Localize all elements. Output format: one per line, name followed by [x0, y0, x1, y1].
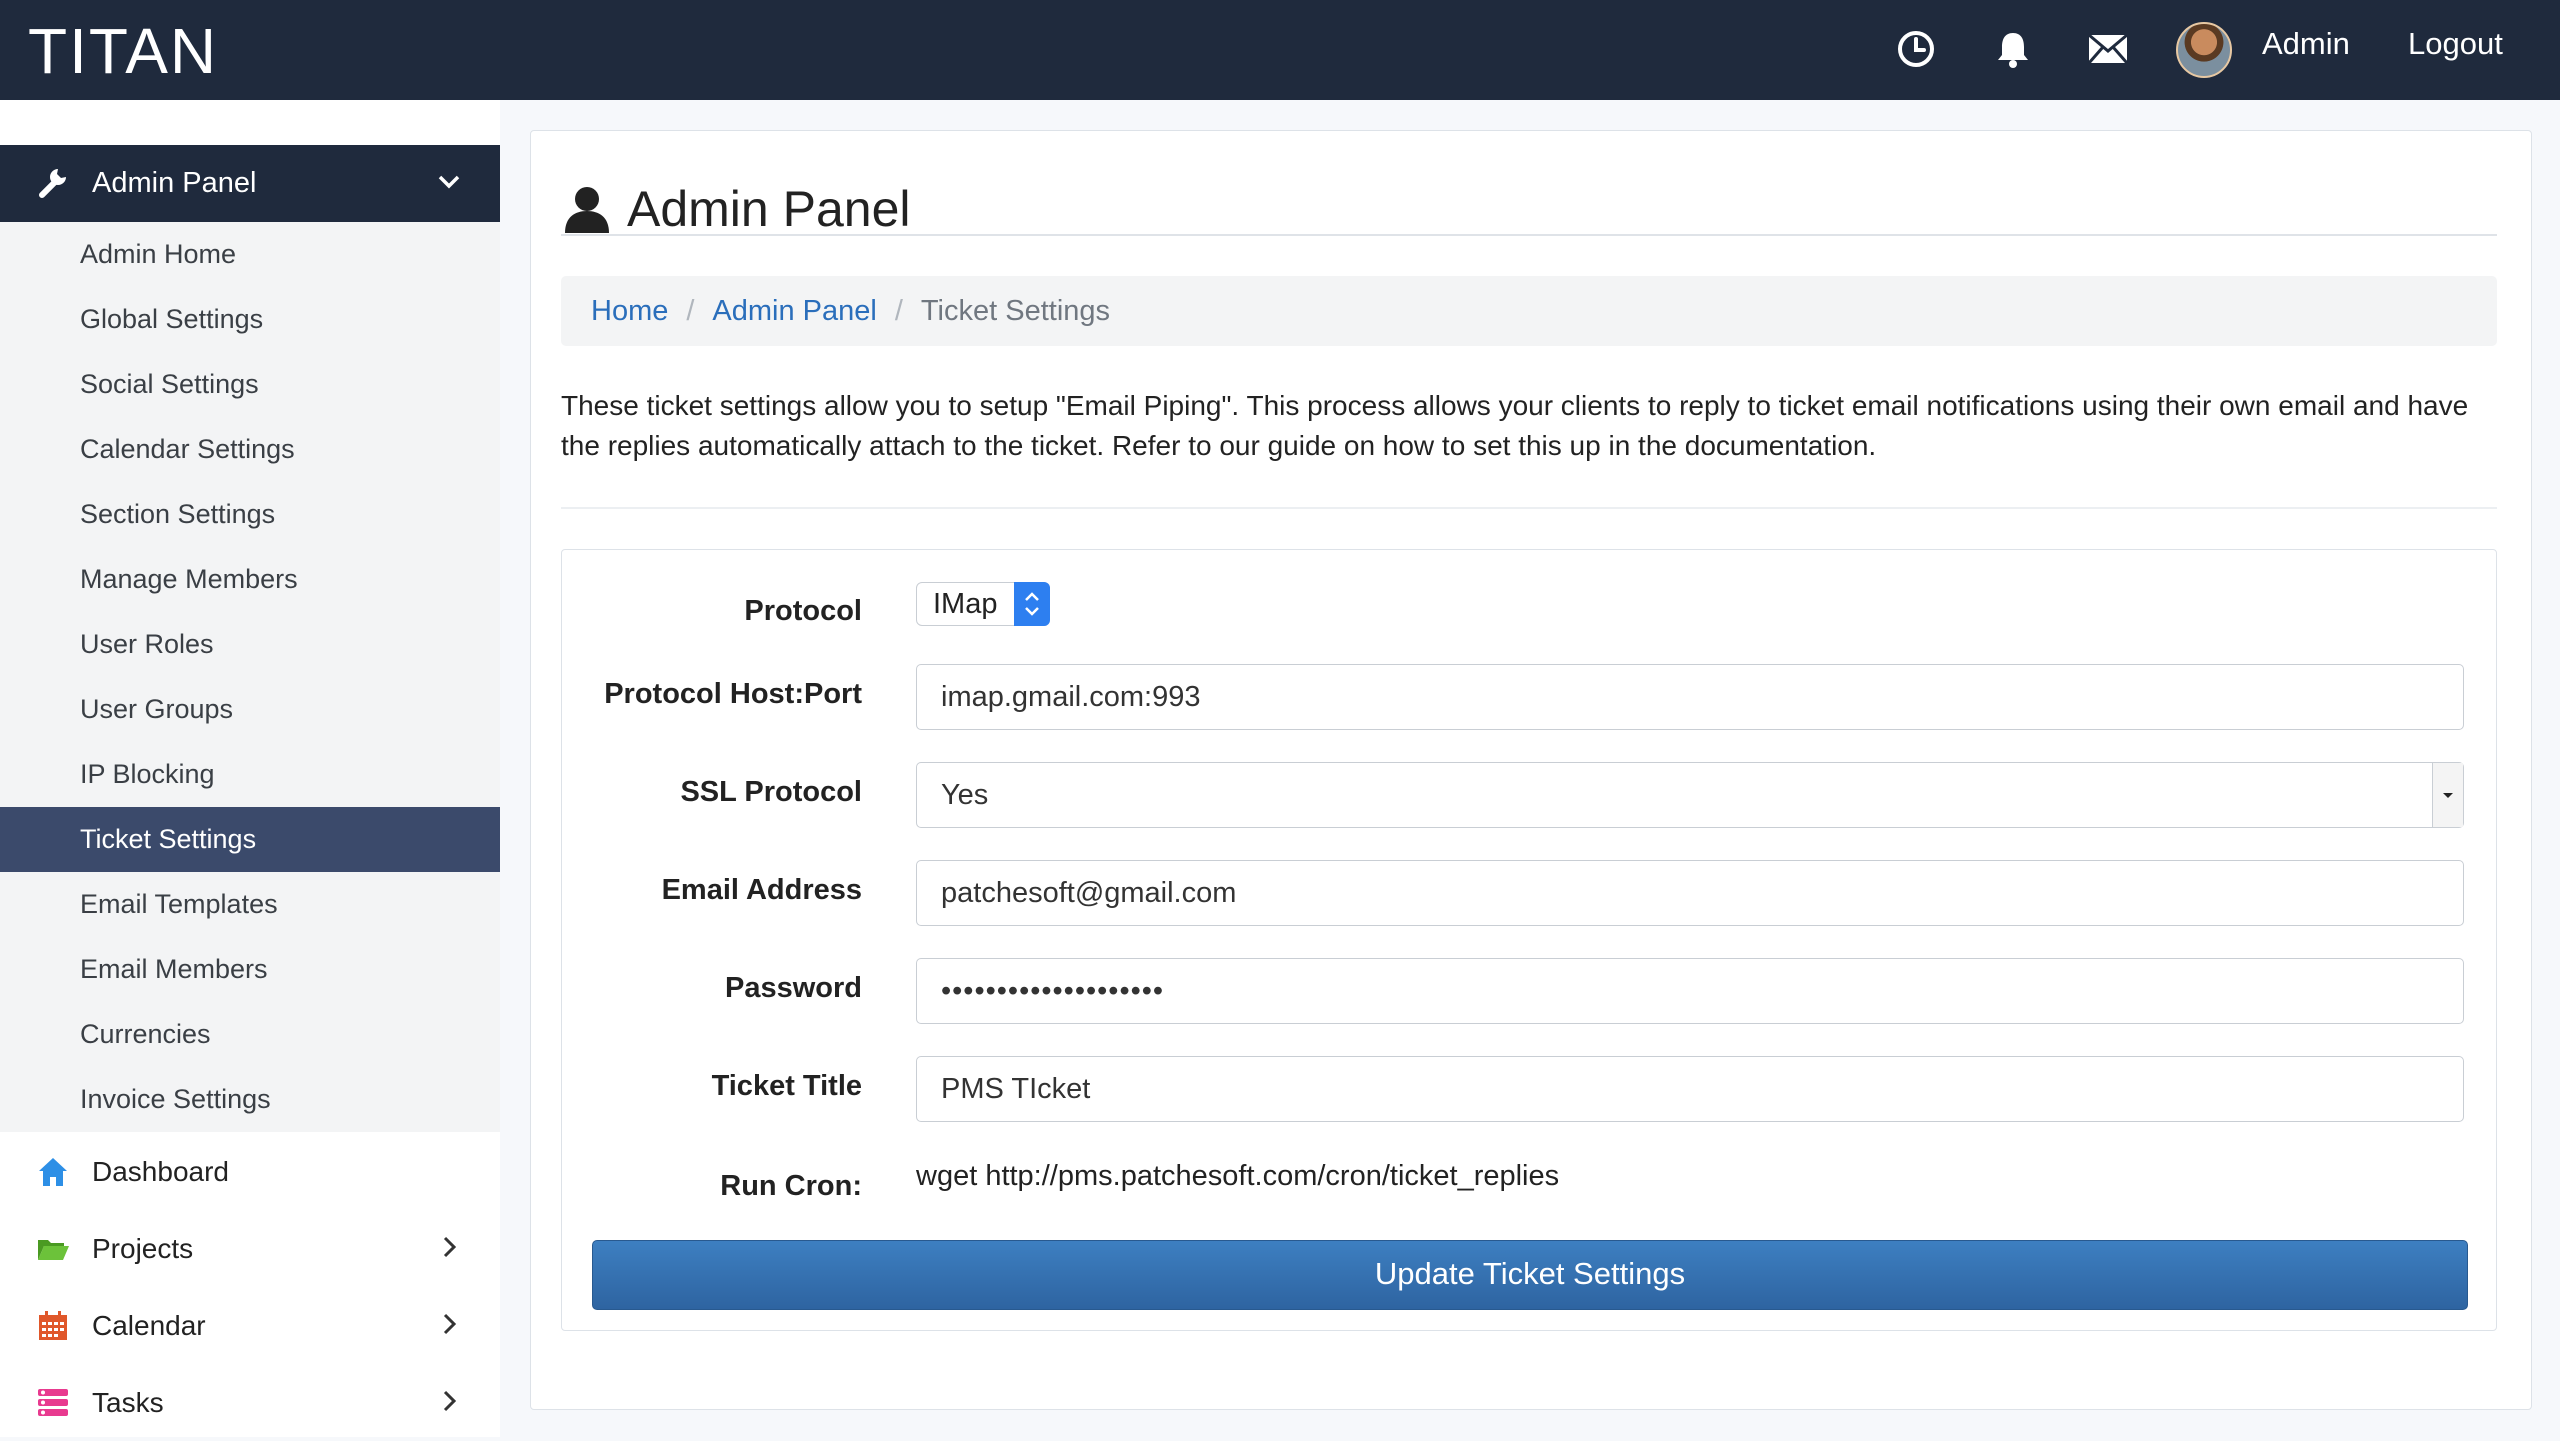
- password-input[interactable]: ••••••••••••••••••••: [916, 958, 2464, 1024]
- chevron-right-icon: [436, 1311, 462, 1344]
- nav-label: Projects: [92, 1232, 194, 1264]
- sidebar-item-user-groups[interactable]: User Groups: [0, 677, 500, 742]
- chevron-right-icon: [436, 1388, 462, 1421]
- sidebar-item-section-settings[interactable]: Section Settings: [0, 482, 500, 547]
- protocol-label: Protocol: [744, 595, 862, 627]
- breadcrumb-admin-panel[interactable]: Admin Panel: [712, 295, 876, 328]
- ticket-settings-form: Protocol IMap Protocol Host:Port imap.gm…: [561, 549, 2497, 1331]
- nav-label: Dashboard: [92, 1155, 229, 1187]
- sidebar-section-admin-panel[interactable]: Admin Panel: [0, 145, 500, 222]
- host-port-label: Protocol Host:Port: [604, 678, 862, 710]
- password-label: Password: [725, 972, 862, 1004]
- sidebar-item-admin-home[interactable]: Admin Home: [0, 222, 500, 287]
- wrench-icon: [36, 165, 70, 204]
- sidebar-item-manage-members[interactable]: Manage Members: [0, 547, 500, 612]
- brand-logo[interactable]: TITAN: [28, 14, 218, 88]
- divider: [561, 234, 2497, 236]
- ticket-title-label: Ticket Title: [711, 1070, 862, 1102]
- logout-link[interactable]: Logout: [2408, 26, 2503, 62]
- content-panel: Admin Panel Home / Admin Panel / Ticket …: [530, 130, 2532, 1410]
- breadcrumb: Home / Admin Panel / Ticket Settings: [561, 276, 2497, 346]
- protocol-select-value: IMap: [933, 588, 998, 620]
- page-description: These ticket settings allow you to setup…: [561, 390, 2469, 461]
- nav-item-tasks[interactable]: Tasks: [0, 1364, 500, 1441]
- divider: [561, 507, 2497, 509]
- ticket-title-input[interactable]: PMS TIcket: [916, 1056, 2464, 1122]
- nav-label: Calendar: [92, 1309, 206, 1341]
- sidebar-item-email-templates[interactable]: Email Templates: [0, 872, 500, 937]
- email-address-input[interactable]: patchesoft@gmail.com: [916, 860, 2464, 926]
- tasks-icon: [36, 1386, 70, 1420]
- clock-icon[interactable]: [1891, 24, 1941, 74]
- envelope-icon[interactable]: [2083, 24, 2133, 74]
- run-cron-command: wget http://pms.patchesoft.com/cron/tick…: [916, 1160, 1560, 1192]
- folder-icon: [36, 1232, 70, 1266]
- caret-down-icon: [2432, 763, 2463, 827]
- user-avatar[interactable]: [2176, 22, 2232, 78]
- breadcrumb-current: Ticket Settings: [920, 294, 1111, 327]
- sidebar-item-calendar-settings[interactable]: Calendar Settings: [0, 417, 500, 482]
- admin-submenu: Admin Home Global Settings Social Settin…: [0, 222, 500, 1132]
- page-title: Admin Panel: [627, 181, 911, 237]
- sidebar-item-user-roles[interactable]: User Roles: [0, 612, 500, 677]
- sidebar: Admin Panel Admin Home Global Settings S…: [0, 100, 500, 1437]
- bell-icon[interactable]: [1988, 24, 2038, 74]
- user-icon: [561, 183, 613, 235]
- sidebar-section-label: Admin Panel: [92, 167, 257, 199]
- email-address-label: Email Address: [661, 874, 862, 906]
- user-menu-link[interactable]: Admin: [2262, 26, 2350, 62]
- nav-item-projects[interactable]: Projects: [0, 1210, 500, 1287]
- host-port-input[interactable]: imap.gmail.com:993: [916, 664, 2464, 730]
- sidebar-item-invoice-settings[interactable]: Invoice Settings: [0, 1067, 500, 1132]
- sidebar-item-global-settings[interactable]: Global Settings: [0, 287, 500, 352]
- select-arrows-icon: [1014, 582, 1050, 626]
- ssl-protocol-label: SSL Protocol: [680, 776, 862, 808]
- breadcrumb-separator: /: [894, 294, 903, 327]
- nav-item-calendar[interactable]: Calendar: [0, 1287, 500, 1364]
- protocol-select[interactable]: IMap: [916, 582, 1050, 626]
- update-ticket-settings-button[interactable]: Update Ticket Settings: [592, 1240, 2468, 1310]
- run-cron-label: Run Cron:: [720, 1170, 862, 1202]
- nav-item-dashboard[interactable]: Dashboard: [0, 1133, 500, 1210]
- sidebar-item-ticket-settings[interactable]: Ticket Settings: [0, 807, 500, 872]
- ssl-protocol-select[interactable]: Yes: [916, 762, 2464, 828]
- home-icon: [36, 1155, 70, 1189]
- sidebar-item-ip-blocking[interactable]: IP Blocking: [0, 742, 500, 807]
- calendar-icon: [36, 1309, 70, 1343]
- breadcrumb-home[interactable]: Home: [591, 295, 668, 328]
- main-nav: Dashboard Projects Calendar Tasks: [0, 1133, 500, 1441]
- top-navbar: TITAN Admin Logout: [0, 0, 2560, 100]
- sidebar-item-email-members[interactable]: Email Members: [0, 937, 500, 1002]
- ssl-protocol-value: Yes: [941, 779, 989, 811]
- breadcrumb-separator: /: [686, 294, 695, 327]
- nav-label: Tasks: [92, 1386, 164, 1418]
- chevron-right-icon: [436, 1234, 462, 1267]
- chevron-down-icon: [436, 169, 462, 200]
- sidebar-item-currencies[interactable]: Currencies: [0, 1002, 500, 1067]
- sidebar-item-social-settings[interactable]: Social Settings: [0, 352, 500, 417]
- page-header: Admin Panel: [561, 169, 911, 249]
